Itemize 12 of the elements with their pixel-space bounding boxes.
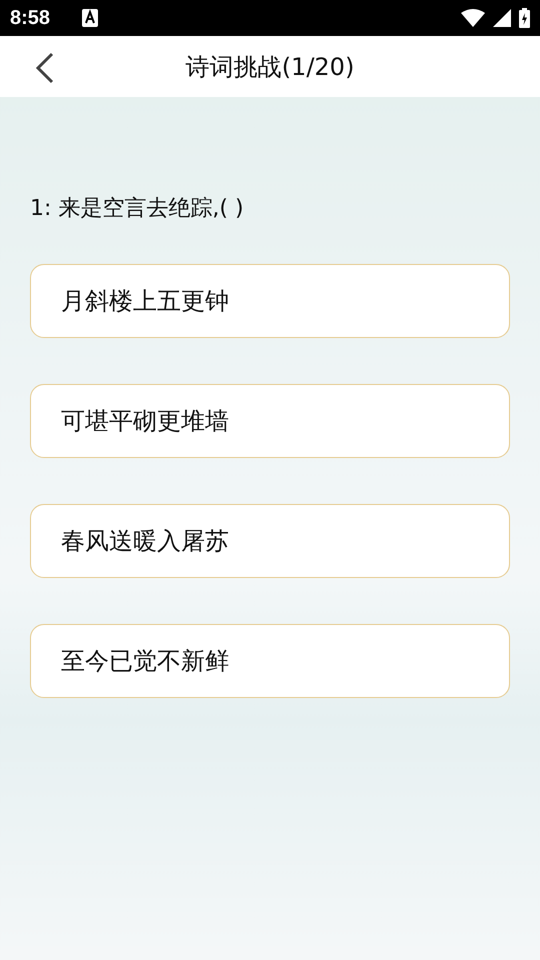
signal-icon	[493, 9, 511, 27]
answer-option[interactable]: 可堪平砌更堆墙	[30, 384, 510, 458]
notification-icon	[82, 9, 98, 27]
back-icon[interactable]	[34, 52, 56, 84]
answer-option[interactable]: 月斜楼上五更钟	[30, 264, 510, 338]
battery-icon	[519, 8, 530, 28]
answer-option[interactable]: 至今已觉不新鲜	[30, 624, 510, 698]
page-title: 诗词挑战(1/20)	[186, 52, 354, 82]
status-time: 8:58	[10, 6, 50, 30]
question-text: 1: 来是空言去绝踪,( )	[30, 195, 245, 223]
wifi-icon	[461, 9, 485, 27]
answer-option[interactable]: 春风送暖入屠苏	[30, 504, 510, 578]
